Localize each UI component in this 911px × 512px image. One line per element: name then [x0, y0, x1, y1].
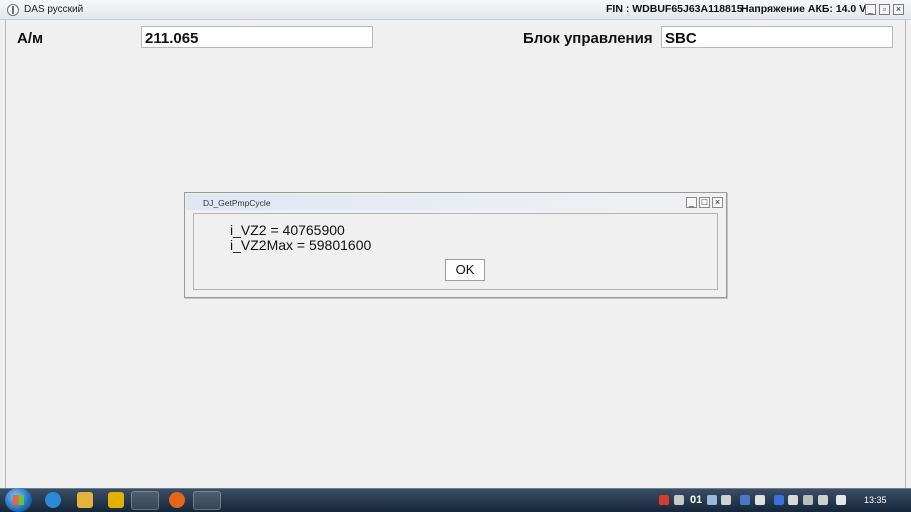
taskbar-app-active[interactable]: [193, 491, 221, 510]
ecu-label: Блок управления: [523, 30, 653, 47]
window-titlebar: DAS русский FIN : WDBUF65J63A118815 Напр…: [0, 0, 911, 20]
window-border-left: [5, 20, 6, 488]
dialog-title: DJ_GetPmpCycle: [203, 198, 271, 208]
minimize-button[interactable]: _: [865, 4, 876, 15]
dialog-body: i_VZ2 = 40765900 i_VZ2Max = 59801600 OK: [193, 213, 718, 290]
model-label: А/м: [17, 30, 44, 47]
taskbar: 01 13:35: [0, 488, 911, 512]
battery-voltage: Напряжение АКБ: 14.0 V: [741, 3, 867, 15]
mercedes-star-icon: [7, 4, 19, 16]
dialog-close-button[interactable]: ×: [712, 197, 723, 208]
firefox-icon[interactable]: [169, 492, 185, 508]
close-button[interactable]: ×: [893, 4, 904, 15]
tray-device-icon[interactable]: [721, 495, 731, 505]
windows-logo-icon: [13, 495, 24, 505]
vz2max-value: i_VZ2Max = 59801600: [230, 237, 372, 253]
file-explorer-icon[interactable]: [77, 492, 93, 508]
usb-icon[interactable]: [788, 495, 798, 505]
dialog-maximize-button[interactable]: □: [699, 197, 710, 208]
tray-red-icon[interactable]: [659, 495, 669, 505]
tray-lang[interactable]: 01: [690, 494, 702, 506]
ok-button[interactable]: OK: [445, 259, 485, 281]
model-field[interactable]: 211.065: [141, 26, 373, 48]
printer-icon[interactable]: [755, 495, 765, 505]
restore-button[interactable]: ▫: [879, 4, 890, 15]
tray-sync-icon[interactable]: [740, 495, 750, 505]
dialog-minimize-button[interactable]: _: [686, 197, 697, 208]
flag-icon[interactable]: [818, 495, 828, 505]
volume-icon[interactable]: [836, 495, 846, 505]
dialog-titlebar[interactable]: DJ_GetPmpCycle _ □ ×: [186, 194, 725, 210]
internet-explorer-icon[interactable]: [45, 492, 61, 508]
taskbar-app-das[interactable]: [131, 491, 159, 510]
bluetooth-icon[interactable]: [774, 495, 784, 505]
vz2-value: i_VZ2 = 40765900: [230, 222, 345, 238]
media-player-icon[interactable]: [108, 492, 124, 508]
fin-label: FIN : WDBUF65J63A118815: [606, 3, 743, 15]
start-button[interactable]: [5, 488, 32, 512]
clock[interactable]: 13:35: [864, 495, 887, 505]
battery-icon[interactable]: [803, 495, 813, 505]
tray-keyboard-icon[interactable]: [674, 495, 684, 505]
window-border-right: [905, 20, 906, 488]
result-dialog: DJ_GetPmpCycle _ □ × i_VZ2 = 40765900 i_…: [184, 192, 727, 298]
window-title: DAS русский: [24, 4, 84, 15]
tray-network-icon[interactable]: [707, 495, 717, 505]
ecu-field[interactable]: SBC: [661, 26, 893, 48]
